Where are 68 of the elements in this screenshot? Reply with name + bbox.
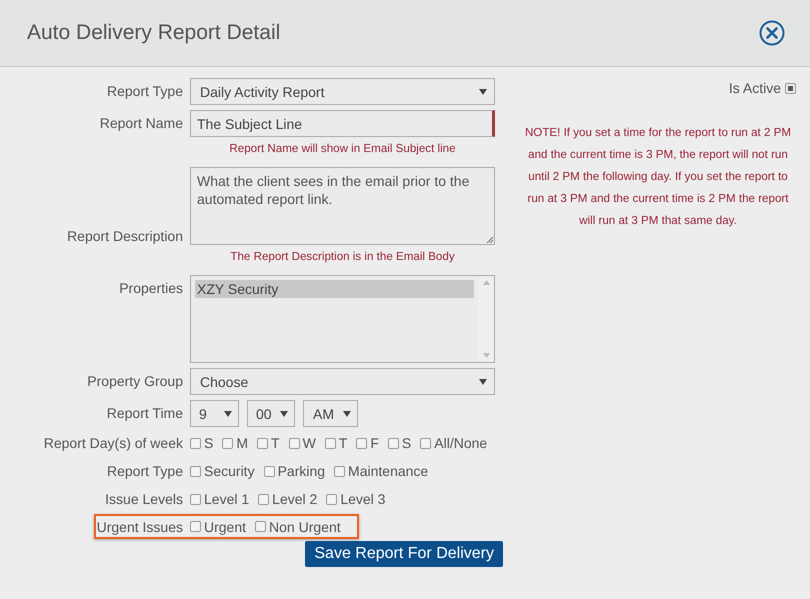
checkbox-label: T	[338, 434, 348, 453]
caret-icon	[224, 410, 232, 416]
field-label: Properties	[118, 279, 184, 298]
checkbox[interactable]	[190, 438, 201, 449]
checkbox-label: Maintenance	[348, 462, 428, 481]
scroll-down-icon[interactable]	[482, 353, 490, 358]
scroll-up-icon[interactable]	[482, 280, 490, 285]
field-label: Report Type	[106, 82, 184, 101]
checkbox[interactable]	[334, 466, 346, 477]
checkbox[interactable]	[255, 521, 266, 532]
checkbox[interactable]	[356, 438, 368, 449]
checkbox[interactable]	[324, 438, 336, 449]
dropdown[interactable]: Daily Activity Report	[190, 78, 495, 105]
field-label: Report Day(s) of week	[42, 434, 184, 453]
dropdown[interactable]: 9	[190, 400, 239, 427]
checkbox-label: Non Urgent	[269, 518, 341, 536]
dropdown[interactable]: 00	[247, 400, 295, 427]
checkbox-label: All/None	[434, 434, 488, 453]
field-label: Property Group	[86, 372, 184, 391]
checkbox-label: M	[236, 434, 248, 453]
hint-text: The Report Description is in the Email Body	[230, 250, 455, 263]
field-label: Report Type	[106, 462, 184, 481]
text-area[interactable]: What the client sees in the email prior to the automated report link.	[190, 167, 495, 245]
checkbox[interactable]	[190, 466, 201, 477]
checkbox-label: Level 1	[204, 490, 250, 509]
checkbox-label: Level 3	[340, 490, 386, 509]
scrollbar[interactable]	[478, 276, 494, 362]
checkbox[interactable]	[388, 438, 399, 449]
checkbox[interactable]	[190, 494, 201, 505]
checkbox[interactable]	[288, 438, 300, 449]
checkbox[interactable]	[258, 494, 270, 505]
checkbox-label: S	[402, 434, 412, 453]
checkbox-label: Level 2	[272, 490, 318, 509]
caret-icon	[280, 410, 288, 416]
note-text: NOTE! If you set a time for the report to run at 2 PM and the current time is 3 PM, the report will not run until 2 PM the following day. If you set the report to run at 3 PM and the current time is 2 PM the report will run at 3 PM that same day.	[524, 125, 792, 229]
checkbox[interactable]	[326, 494, 338, 505]
close-icon[interactable]	[759, 20, 785, 46]
list-box[interactable]: XZY Security	[190, 275, 495, 363]
field-label: Report Description	[66, 227, 184, 245]
checkbox-label: S	[204, 434, 214, 453]
checkbox[interactable]	[190, 521, 201, 532]
field-label: Urgent Issues	[96, 518, 184, 536]
is-active-checkbox[interactable]	[785, 82, 796, 94]
input-field[interactable]: The Subject Line	[190, 110, 495, 137]
dropdown[interactable]: Choose	[190, 368, 495, 395]
checkbox-label: F	[370, 434, 379, 453]
save-button[interactable]: Save Report For Delivery	[305, 541, 503, 567]
caret-icon	[343, 410, 351, 416]
checkbox-label: Parking	[278, 462, 326, 481]
field-label: Issue Levels	[104, 490, 184, 509]
checkbox[interactable]	[257, 438, 268, 449]
checkbox-label: W	[302, 434, 316, 453]
checkbox[interactable]	[264, 466, 275, 477]
dialog-title: Auto Delivery Report Detail	[27, 21, 280, 45]
caret-icon	[479, 88, 487, 94]
resize-grip-icon[interactable]	[486, 236, 493, 243]
dropdown[interactable]: AM	[303, 400, 358, 427]
checkbox[interactable]	[222, 438, 234, 449]
field-label: Report Name	[98, 114, 184, 133]
checkbox[interactable]	[420, 438, 432, 449]
checkbox-label: T	[271, 434, 280, 453]
checkbox-label: Security	[204, 462, 255, 481]
caret-icon	[479, 378, 487, 384]
is-active-label: Is Active	[728, 80, 781, 96]
hint-text: Report Name will show in Email Subject line	[229, 142, 456, 155]
list-item[interactable]: XZY Security	[195, 280, 474, 298]
field-label: Report Time	[106, 404, 184, 423]
checkbox-label: Urgent	[204, 518, 246, 536]
